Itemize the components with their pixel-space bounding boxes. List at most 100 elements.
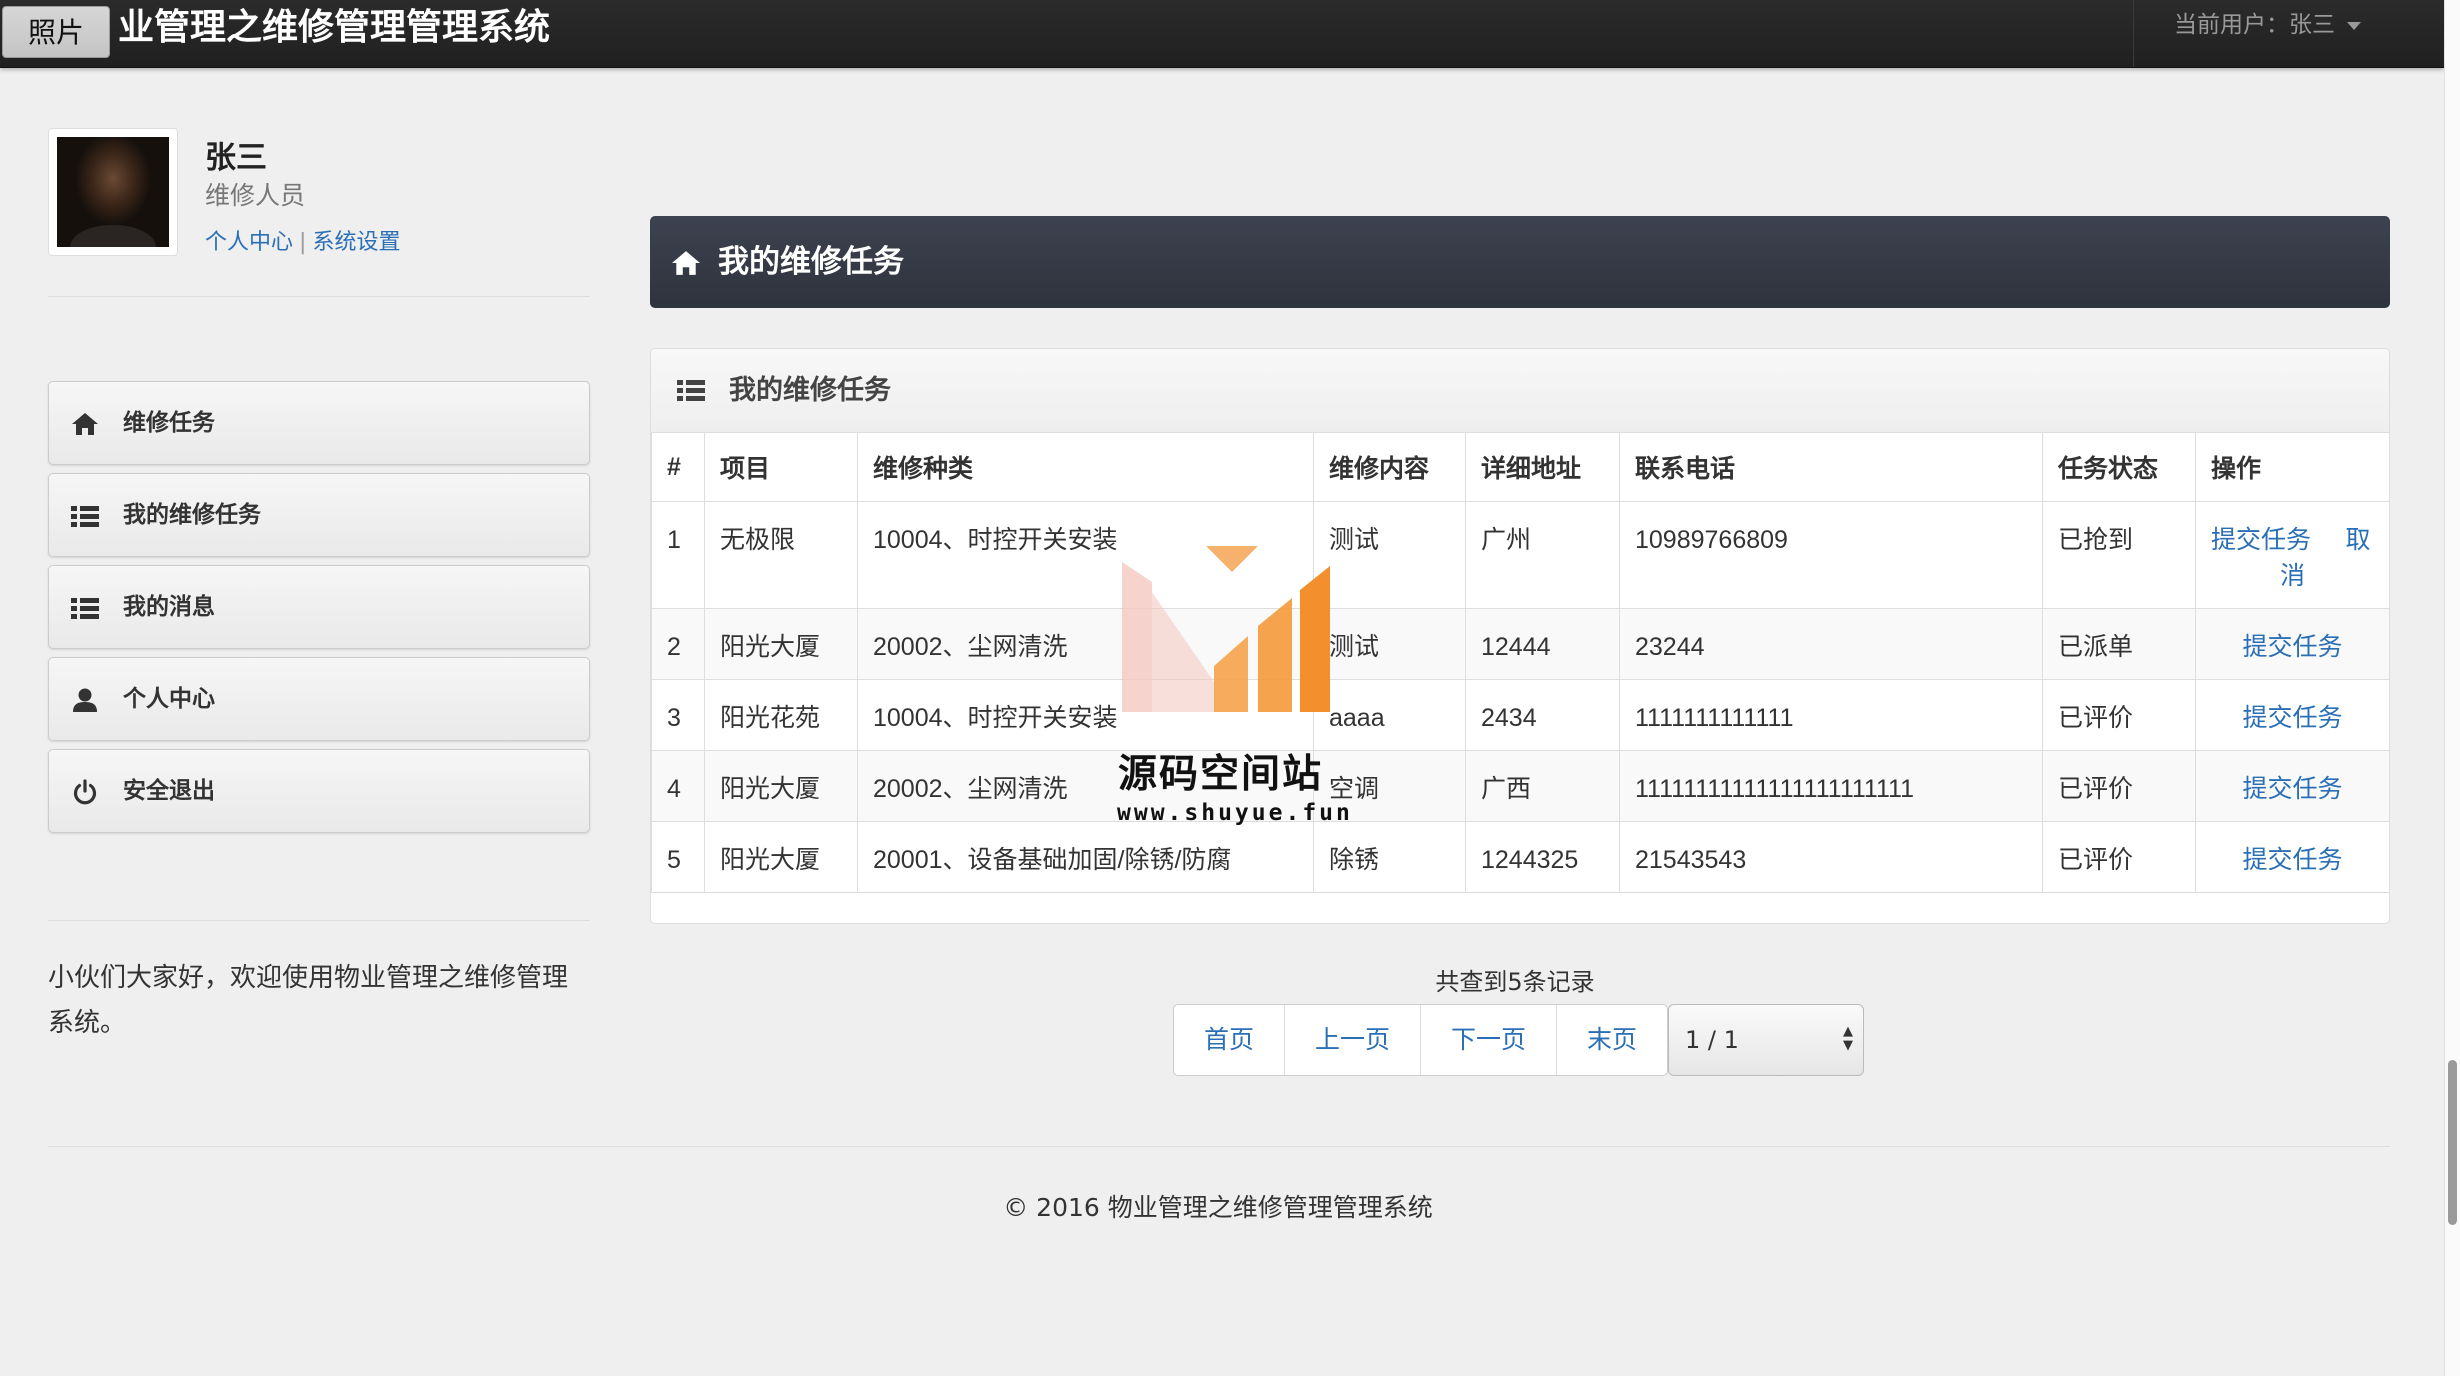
cell-status: 已派单 xyxy=(2042,608,2196,680)
sidebar-item-logout[interactable]: 安全退出 xyxy=(48,749,590,833)
avatar xyxy=(48,128,178,256)
prev-page-button[interactable]: 上一页 xyxy=(1285,1005,1421,1075)
cell-phone: 23244 xyxy=(1619,608,2043,680)
cell-status: 已评价 xyxy=(2042,679,2196,751)
page-select[interactable]: 1 / 1 ▲ ▼ xyxy=(1668,1004,1864,1076)
sidebar-item-label: 维修任务 xyxy=(123,410,215,436)
next-page-button[interactable]: 下一页 xyxy=(1421,1005,1557,1075)
cell-phone: 10989766809 xyxy=(1619,501,2043,609)
photo-label-button[interactable]: 照片 xyxy=(2,6,110,58)
submit-task-link[interactable]: 提交任务 xyxy=(2242,775,2342,803)
cancel-task-link-first-char[interactable]: 取 xyxy=(2342,522,2374,558)
cell-no: 4 xyxy=(651,750,705,822)
table-row: 4 阳光大厦 20002、尘网清洗 空调 广西 1111111111111111… xyxy=(651,750,2389,822)
submit-task-link[interactable]: 提交任务 xyxy=(2211,522,2311,558)
select-arrows-icon: ▲ ▼ xyxy=(1843,1024,1853,1053)
sidebar-item-label: 安全退出 xyxy=(123,778,215,804)
sidebar-item-label: 个人中心 xyxy=(123,686,215,712)
profile-role: 维修人员 xyxy=(205,181,306,210)
page-title: 我的维修任务 xyxy=(718,244,904,280)
submit-task-link[interactable]: 提交任务 xyxy=(2242,704,2342,732)
cell-no: 5 xyxy=(651,821,705,893)
watermark-title: 源码空间站 xyxy=(1118,752,1324,797)
cell-no: 2 xyxy=(651,608,705,680)
pagination: 首页 上一页 下一页 末页 xyxy=(1173,1004,1668,1076)
list-icon xyxy=(71,598,99,619)
column-header: 详细地址 xyxy=(1465,432,1620,502)
submit-task-link[interactable]: 提交任务 xyxy=(2242,846,2342,874)
profile-links: 个人中心 | 系统设置 xyxy=(205,224,400,256)
column-header: # xyxy=(651,432,705,502)
column-header: 操作 xyxy=(2195,432,2389,502)
power-icon xyxy=(73,779,97,805)
profile-name: 张三 xyxy=(205,140,267,176)
cell-project: 阳光大厦 xyxy=(704,750,858,822)
welcome-message: 小伙们大家好，欢迎使用物业管理之维修管理系统。 xyxy=(48,963,569,1038)
tasks-table: # 项目 维修种类 维修内容 详细地址 联系电话 任务状态 操作 1 无极限 1… xyxy=(651,432,2389,893)
personal-center-link[interactable]: 个人中心 xyxy=(205,230,293,255)
table-row: 1 无极限 10004、时控开关安装 测试 广州 10989766809 已抢到… xyxy=(651,501,2389,609)
current-user-dropdown[interactable]: 当前用户：张三 xyxy=(2133,0,2444,67)
cell-type: 20001、设备基础加固/除锈/防腐 xyxy=(857,821,1314,893)
column-header: 维修内容 xyxy=(1313,432,1466,502)
sidebar-item-label: 我的维修任务 xyxy=(123,502,261,528)
cancel-task-link-second-char[interactable]: 消 xyxy=(2211,558,2374,594)
cell-phone: 1111111111111 xyxy=(1619,679,2043,751)
table-row: 3 阳光花苑 10004、时控开关安装 aaaa 2434 1111111111… xyxy=(651,679,2389,751)
watermark-logo-icon xyxy=(1122,546,1330,712)
cell-status: 已评价 xyxy=(2042,821,2196,893)
last-page-button[interactable]: 末页 xyxy=(1557,1005,1667,1075)
cell-project: 阳光大厦 xyxy=(704,821,858,893)
current-user-label: 当前用户：张三 xyxy=(2174,12,2335,38)
sidebar-item-my-repair-tasks[interactable]: 我的维修任务 xyxy=(48,473,590,557)
list-icon xyxy=(677,380,705,401)
page-select-value: 1 / 1 xyxy=(1685,1026,1739,1054)
link-separator: | xyxy=(299,230,307,255)
cell-project: 阳光花苑 xyxy=(704,679,858,751)
avatar-photo xyxy=(57,137,169,247)
list-icon xyxy=(71,506,99,527)
tasks-panel: 我的维修任务 # 项目 维修种类 维修内容 详细地址 联系电话 任务状态 操作 … xyxy=(650,348,2390,924)
cell-project: 阳光大厦 xyxy=(704,608,858,680)
caret-down-icon xyxy=(2347,21,2361,30)
first-page-button[interactable]: 首页 xyxy=(1174,1005,1285,1075)
cell-actions: 提交任务 xyxy=(2195,608,2389,680)
table-row: 2 阳光大厦 20002、尘网清洗 测试 12444 23244 已派单 提交任… xyxy=(651,608,2389,680)
column-header: 任务状态 xyxy=(2042,432,2196,502)
actions-group: 提交任务 取消 取 xyxy=(2211,522,2374,558)
watermark-url: www.shuyue.fun xyxy=(1117,800,1353,826)
cell-phone: 21543543 xyxy=(1619,821,2043,893)
panel-title: 我的维修任务 xyxy=(729,375,891,406)
page-scrollbar[interactable] xyxy=(2444,0,2460,1376)
page-title-bar: 我的维修任务 xyxy=(650,216,2390,308)
sidebar-item-personal-center[interactable]: 个人中心 xyxy=(48,657,590,741)
cell-status: 已抢到 xyxy=(2042,501,2196,609)
scrollbar-thumb[interactable] xyxy=(2448,1060,2457,1225)
cell-actions: 提交任务 xyxy=(2195,679,2389,751)
app-brand[interactable]: 业管理之维修管理管理系统 xyxy=(118,2,550,54)
system-settings-link[interactable]: 系统设置 xyxy=(312,230,400,255)
record-count: 共查到5条记录 xyxy=(1435,968,1595,996)
cell-address: 广州 xyxy=(1465,501,1620,609)
cell-address: 广西 xyxy=(1465,750,1620,822)
cell-phone: 11111111111111111111111 xyxy=(1619,750,2043,822)
column-header: 项目 xyxy=(704,432,858,502)
copyright: © 2016 物业管理之维修管理管理系统 xyxy=(1003,1193,1433,1222)
submit-task-link[interactable]: 提交任务 xyxy=(2242,633,2342,661)
sidebar-divider xyxy=(48,920,590,921)
column-header: 联系电话 xyxy=(1619,432,2043,502)
home-icon xyxy=(72,413,98,435)
sidebar-item-label: 我的消息 xyxy=(123,594,215,620)
panel-header: 我的维修任务 xyxy=(651,349,2389,433)
sidebar-item-repair-tasks[interactable]: 维修任务 xyxy=(48,381,590,465)
table-row: 5 阳光大厦 20001、设备基础加固/除锈/防腐 除锈 1244325 215… xyxy=(651,821,2389,893)
cell-address: 2434 xyxy=(1465,679,1620,751)
cell-actions: 提交任务 xyxy=(2195,750,2389,822)
cell-actions: 提交任务 取消 取 消 xyxy=(2195,501,2389,609)
home-icon xyxy=(672,251,700,275)
footer-divider xyxy=(48,1146,2390,1147)
cell-address: 12444 xyxy=(1465,608,1620,680)
cell-address: 1244325 xyxy=(1465,821,1620,893)
sidebar-item-my-messages[interactable]: 我的消息 xyxy=(48,565,590,649)
cell-status: 已评价 xyxy=(2042,750,2196,822)
